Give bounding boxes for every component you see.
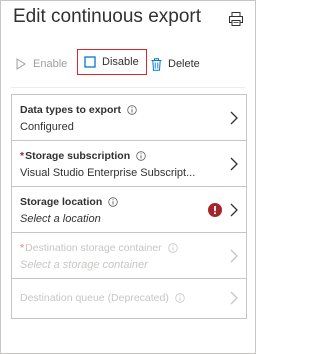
row-destination-storage-container: * Destination storage container Select a… <box>12 233 246 279</box>
print-icon[interactable] <box>228 11 244 27</box>
row-label: * Storage subscription <box>20 150 146 162</box>
info-icon <box>127 105 137 115</box>
disable-button[interactable]: Disable <box>77 49 147 75</box>
row-storage-location[interactable]: Storage location Select a location <box>12 187 246 233</box>
required-asterisk: * <box>20 150 25 162</box>
info-icon <box>167 243 178 253</box>
row-label: Data types to export <box>20 104 137 116</box>
storage-location-value: Select a location <box>20 213 101 225</box>
enable-button-label: Enable <box>33 58 68 70</box>
info-icon <box>175 293 185 303</box>
row-label: * Destination storage container <box>20 242 178 254</box>
delete-button[interactable]: Delete <box>151 53 200 75</box>
page-title: Edit continuous export <box>13 6 202 27</box>
settings-list: Data types to export Configured * Storag… <box>11 94 247 319</box>
toolbar: Enable Disable Delete <box>11 49 251 75</box>
toolbar-divider <box>11 87 245 88</box>
destination-container-value: Select a storage container <box>20 259 148 271</box>
storage-location-label: Storage location <box>20 196 103 208</box>
edit-continuous-export-panel: Edit continuous export Enable Disable De… <box>0 0 256 354</box>
storage-subscription-label: Storage subscription <box>25 150 131 162</box>
destination-queue-label: Destination queue (Deprecated) <box>20 292 169 304</box>
row-label: Destination queue (Deprecated) <box>20 292 185 304</box>
required-asterisk: * <box>20 242 25 254</box>
disable-button-label: Disable <box>102 56 139 68</box>
trash-icon <box>151 57 162 71</box>
chevron-right-icon <box>230 249 238 263</box>
play-icon <box>16 58 26 70</box>
info-icon <box>108 197 118 207</box>
enable-button[interactable]: Enable <box>15 53 67 75</box>
chevron-right-icon <box>230 157 238 171</box>
data-types-label: Data types to export <box>20 104 121 116</box>
chevron-right-icon <box>230 111 238 125</box>
row-label: Storage location <box>20 196 118 208</box>
row-data-types-to-export[interactable]: Data types to export Configured <box>12 95 246 141</box>
row-storage-subscription[interactable]: * Storage subscription Visual Studio Ent… <box>12 141 246 187</box>
data-types-value: Configured <box>20 121 74 133</box>
delete-button-label: Delete <box>168 58 200 70</box>
storage-subscription-value: Visual Studio Enterprise Subscript... <box>20 167 196 179</box>
chevron-right-icon <box>230 291 238 305</box>
stop-icon <box>84 56 96 68</box>
destination-container-label: Destination storage container <box>25 242 162 254</box>
error-icon <box>208 203 222 217</box>
info-icon <box>136 151 146 161</box>
row-destination-queue: Destination queue (Deprecated) <box>12 279 246 318</box>
chevron-right-icon <box>230 203 238 217</box>
